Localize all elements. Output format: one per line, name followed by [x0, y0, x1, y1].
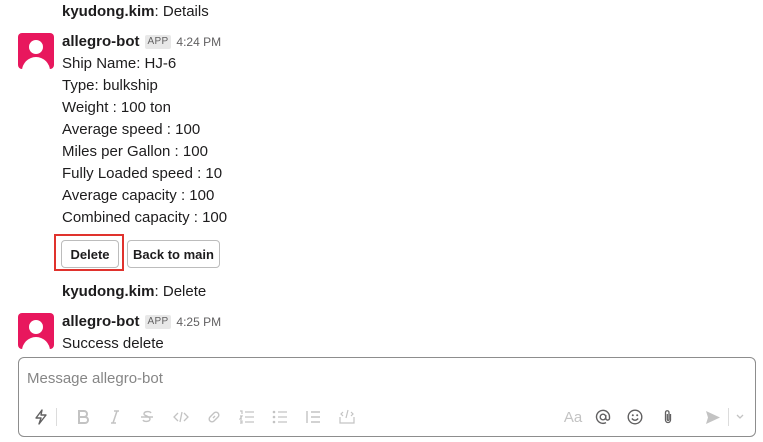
message-header: allegro-bot APP 4:25 PM	[62, 311, 221, 333]
timestamp[interactable]: 4:25 PM	[176, 315, 221, 329]
message-line: Combined capacity : 100	[62, 209, 228, 226]
message-line: Type: bulkship	[62, 77, 158, 94]
italic-icon[interactable]	[107, 407, 123, 427]
message-text: kyudong.kim: Details	[62, 3, 209, 20]
back-to-main-button[interactable]: Back to main	[127, 240, 220, 268]
message-body: Details	[162, 3, 209, 20]
avatar[interactable]	[18, 313, 54, 349]
mention-icon[interactable]	[594, 407, 612, 427]
strikethrough-icon[interactable]	[139, 407, 155, 427]
message-header: allegro-bot APP 4:24 PM	[62, 31, 221, 53]
message-sender[interactable]: allegro-bot	[62, 33, 140, 50]
message-line: Ship Name: HJ-6	[62, 55, 177, 72]
blockquote-icon[interactable]	[304, 407, 322, 427]
message-line: Average speed : 100	[62, 121, 201, 138]
message-line: Weight : 100 ton	[62, 99, 171, 116]
format-icon[interactable]: Aa	[562, 407, 584, 427]
toolbar-divider	[728, 408, 729, 426]
app-badge: APP	[144, 315, 172, 329]
timestamp[interactable]: 4:24 PM	[176, 35, 221, 49]
message-input[interactable]: Message allegro-bot	[27, 370, 163, 387]
attach-icon[interactable]	[659, 407, 677, 427]
message-line: Fully Loaded speed : 10	[62, 165, 223, 182]
ordered-list-icon[interactable]	[238, 407, 256, 427]
shortcuts-icon[interactable]	[31, 407, 51, 427]
message-sender[interactable]: kyudong.kim	[62, 3, 155, 20]
code-block-icon[interactable]	[337, 407, 357, 427]
emoji-icon[interactable]	[626, 407, 644, 427]
bold-icon[interactable]	[75, 407, 91, 427]
message-sender[interactable]: allegro-bot	[62, 313, 140, 330]
message-line: Miles per Gallon : 100	[62, 143, 208, 160]
message-text: kyudong.kim: Delete	[62, 283, 207, 300]
message-body: Delete	[162, 283, 207, 300]
message-sender[interactable]: kyudong.kim	[62, 283, 155, 300]
message-composer[interactable]: Message allegro-bot Aa	[18, 357, 756, 437]
toolbar-divider	[56, 408, 57, 426]
message-line: Average capacity : 100	[62, 187, 215, 204]
delete-button[interactable]: Delete	[61, 240, 119, 268]
link-icon[interactable]	[205, 407, 223, 427]
bulleted-list-icon[interactable]	[271, 407, 289, 427]
code-icon[interactable]	[172, 407, 190, 427]
send-options-icon[interactable]	[733, 407, 747, 427]
avatar[interactable]	[18, 33, 54, 69]
app-badge: APP	[144, 35, 172, 49]
send-icon[interactable]	[703, 407, 723, 427]
message-line: Success delete	[62, 335, 164, 352]
